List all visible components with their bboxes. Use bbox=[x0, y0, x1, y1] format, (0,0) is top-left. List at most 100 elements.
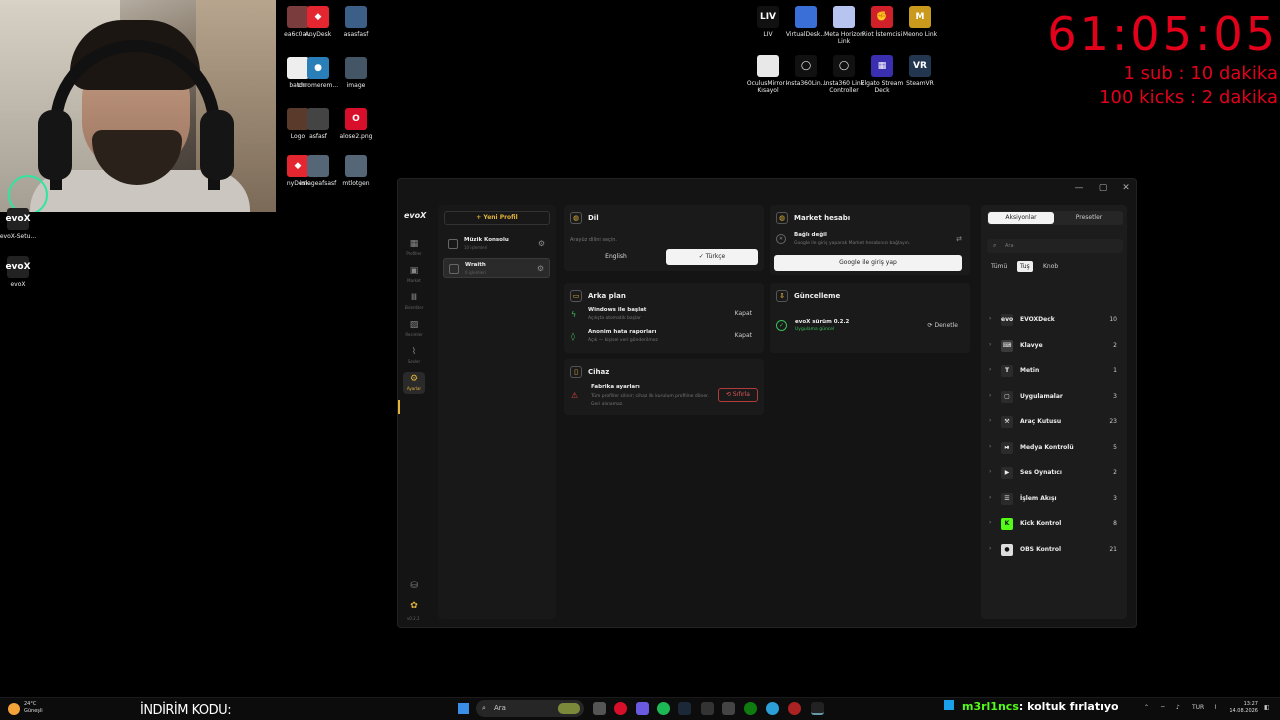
app-icon: ▦ bbox=[871, 55, 893, 77]
tab-actions[interactable]: Aksiyonlar bbox=[988, 212, 1054, 224]
tab-presets[interactable]: Presetler bbox=[1056, 212, 1122, 224]
search-icon: ⌕ bbox=[993, 242, 997, 249]
desktop-icon[interactable]: image bbox=[334, 57, 378, 89]
desktop-icon[interactable]: evoX evoX bbox=[0, 256, 40, 288]
rail-label: Eklentiler bbox=[404, 305, 424, 310]
category-row[interactable]: › ⚒ Araç Kutusu 23 bbox=[987, 412, 1121, 432]
button-label: Denetle bbox=[934, 322, 958, 329]
spotify-icon[interactable] bbox=[657, 702, 670, 715]
desktop-icon[interactable]: mtlotgen bbox=[334, 155, 378, 187]
category-row[interactable]: › ● OBS Kontrol 21 bbox=[987, 540, 1121, 560]
category-name: Araç Kutusu bbox=[1020, 418, 1062, 425]
app-icon bbox=[833, 6, 855, 28]
profile-item[interactable]: Wraith 0 işlemleri ⚙ bbox=[443, 258, 550, 278]
profile-sub: 10 işlemleri bbox=[464, 245, 488, 250]
profile-sub: 0 işlemleri bbox=[465, 270, 486, 275]
minimize-icon[interactable]: — bbox=[1072, 182, 1086, 194]
telemetry-toggle[interactable]: Kapat bbox=[735, 332, 752, 339]
category-name: İşlem Akışı bbox=[1020, 494, 1057, 502]
taskbar-clock[interactable]: 13:27 14.08.2026 bbox=[1229, 701, 1258, 715]
timer-rule-kicks: 100 kicks : 2 dakika bbox=[1099, 87, 1278, 108]
category-row[interactable]: › K Kick Kontrol 8 bbox=[987, 514, 1121, 534]
category-row[interactable]: › ⏯ Medya Kontrolü 5 bbox=[987, 438, 1121, 458]
desktop: ea6c0a... ◆ AnyDesk asasfasf baton ● chromerem… bbox=[0, 0, 1280, 720]
startup-toggle[interactable]: Kapat bbox=[735, 310, 752, 317]
rail-storage[interactable]: ⛁ bbox=[403, 579, 425, 601]
gear-icon[interactable]: ⚙ bbox=[537, 264, 544, 273]
lang-turkish-button[interactable]: ✓ Türkçe bbox=[666, 249, 758, 265]
category-row[interactable]: › evo EVOXDeck 10 bbox=[987, 310, 1121, 330]
evox-taskbar-icon[interactable] bbox=[811, 702, 824, 715]
tray-chevron-icon[interactable]: ⌃ bbox=[1144, 704, 1149, 711]
app-icon: VR bbox=[909, 55, 931, 77]
app-icon bbox=[345, 57, 367, 79]
database-icon: ⛁ bbox=[410, 581, 418, 591]
app-logo: evoX bbox=[404, 211, 427, 220]
input-language[interactable]: TUR bbox=[1192, 704, 1204, 711]
rail-settings[interactable]: ⚙ Ayarlar bbox=[403, 372, 425, 394]
card-title-text: Güncelleme bbox=[794, 292, 841, 300]
desktop-icon[interactable]: evoX evoX-Setu... bbox=[0, 208, 40, 240]
new-profile-button[interactable]: + Yeni Profil bbox=[444, 211, 550, 225]
windows-start-icon[interactable] bbox=[458, 703, 469, 714]
category-row[interactable]: › ▢ Uygulamalar 3 bbox=[987, 387, 1121, 407]
category-row[interactable]: › ▶ Ses Oynatıcı 2 bbox=[987, 463, 1121, 483]
weather-widget[interactable]: 24°C Güneşli bbox=[8, 701, 43, 715]
epic-icon[interactable] bbox=[701, 702, 714, 715]
chevron-right-icon: › bbox=[989, 340, 992, 348]
opera-icon[interactable] bbox=[614, 702, 627, 715]
gear-icon[interactable]: ⚙ bbox=[538, 239, 545, 248]
card-title: ▯ Cihaz bbox=[570, 366, 609, 378]
steam-icon[interactable] bbox=[678, 702, 691, 715]
market-card: ◍ Market hesabı ✕ Bağlı değil Google ile … bbox=[770, 205, 970, 275]
category-count: 3 bbox=[1113, 494, 1117, 502]
category-name: Metin bbox=[1020, 367, 1040, 374]
desktop-icon[interactable]: M Meono Link bbox=[898, 6, 942, 38]
xbox-icon[interactable] bbox=[744, 702, 757, 715]
device-card: ▯ Cihaz ⚠ Fabrika ayarları Tüm profiller … bbox=[564, 359, 764, 415]
filter-key[interactable]: Tuş bbox=[1017, 261, 1033, 272]
check-updates-button[interactable]: ⟳ Denetle bbox=[928, 322, 958, 329]
maximize-icon[interactable]: ▢ bbox=[1096, 182, 1110, 194]
desktop-icon[interactable]: VR SteamVR bbox=[898, 55, 942, 87]
rail-sounds[interactable]: ⌇ Sesler bbox=[403, 345, 425, 367]
reset-button[interactable]: ⟲ Sıfırla bbox=[718, 388, 758, 402]
category-row[interactable]: › ☰ İşlem Akışı 3 bbox=[987, 489, 1121, 509]
language-card: ◍ Dil Arayüz dilini seçin. English ✓ Türk… bbox=[564, 205, 764, 271]
refresh-icon[interactable]: ⇄ bbox=[956, 235, 962, 243]
lang-english-button[interactable]: English bbox=[570, 249, 662, 265]
desktop-icon[interactable]: asasfasf bbox=[334, 6, 378, 38]
mic-icon[interactable]: ♪ bbox=[1176, 704, 1180, 711]
close-icon[interactable]: ✕ bbox=[1119, 182, 1133, 194]
rail-images[interactable]: ▨ Resimler bbox=[403, 318, 425, 340]
filter-knob[interactable]: Knob bbox=[1040, 261, 1061, 272]
taskbar-search[interactable]: ⌕ Ara bbox=[476, 700, 584, 717]
rail-label: Resimler bbox=[405, 332, 423, 337]
task-view-icon[interactable] bbox=[593, 702, 606, 715]
obs-icon[interactable] bbox=[788, 702, 801, 715]
chevron-right-icon: › bbox=[989, 468, 992, 475]
category-icon: ● bbox=[1001, 543, 1013, 556]
category-row[interactable]: › ⌨ Klavye 2 bbox=[987, 336, 1121, 356]
google-login-button[interactable]: Google ile giriş yap bbox=[774, 255, 962, 271]
edge-icon[interactable] bbox=[766, 702, 779, 715]
rail-market[interactable]: ▣ Market bbox=[403, 264, 425, 286]
desktop-icon-label: evoX bbox=[10, 281, 26, 288]
search-placeholder: Ara bbox=[1005, 243, 1014, 249]
app-icon: ◆ bbox=[307, 6, 329, 28]
notification-icon[interactable]: ◧ bbox=[1264, 704, 1270, 711]
network-icon[interactable]: ⌔ bbox=[1160, 704, 1166, 712]
capcut-icon[interactable] bbox=[722, 702, 735, 715]
app-icon bbox=[795, 6, 817, 28]
filter-all[interactable]: Tümü bbox=[988, 261, 1010, 272]
rail-profiles[interactable]: ▦ Profiller bbox=[403, 237, 425, 259]
discord-icon[interactable] bbox=[636, 702, 649, 715]
rail-plugins[interactable]: Ⅲ Eklentiler bbox=[403, 291, 425, 313]
category-count: 5 bbox=[1113, 443, 1117, 451]
title-bar[interactable]: — ▢ ✕ bbox=[398, 179, 1136, 197]
category-row[interactable]: › T Metin 1 bbox=[987, 361, 1121, 381]
desktop-icon[interactable]: Oalose2.png bbox=[334, 108, 378, 140]
profile-item[interactable]: Müzik Konsolu 10 işlemleri ⚙ bbox=[443, 234, 550, 254]
search-input[interactable]: ⌕ Ara bbox=[987, 239, 1123, 253]
wifi-icon[interactable]: ⌇ bbox=[1214, 704, 1217, 711]
